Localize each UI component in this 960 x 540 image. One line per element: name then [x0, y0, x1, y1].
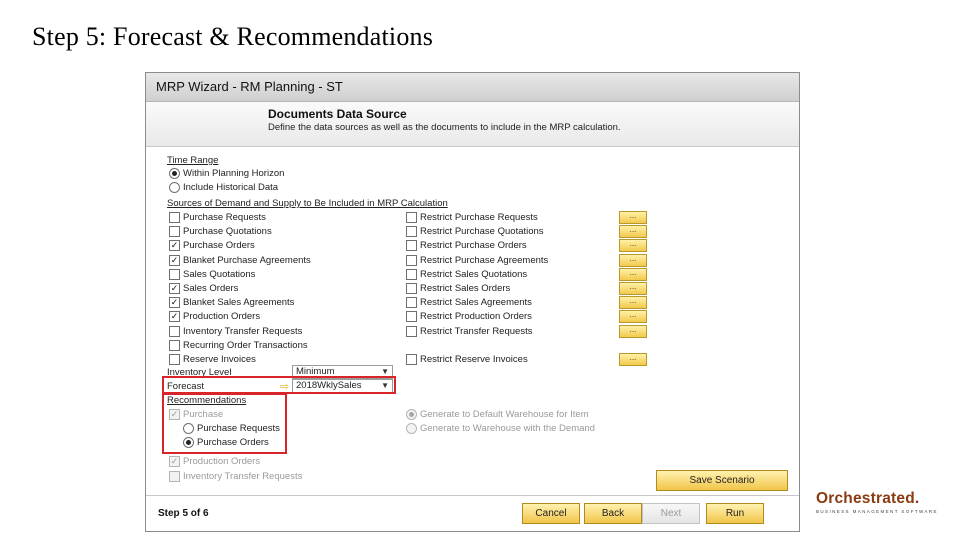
time-range-within-label: Within Planning Horizon: [183, 168, 285, 179]
slide-title: Step 5: Forecast & Recommendations: [32, 22, 434, 51]
time-range-within-radio[interactable]: [169, 168, 180, 179]
source-checkbox[interactable]: [169, 268, 180, 280]
restrict-selection-button[interactable]: ...: [619, 324, 647, 338]
source-checkbox[interactable]: ✓: [169, 283, 180, 294]
source-label: Sales Orders: [183, 283, 239, 294]
restrict-label: Restrict Purchase Agreements: [420, 254, 549, 266]
header-description: Define the data sources as well as the d…: [268, 122, 621, 133]
restrict-label: Restrict Purchase Quotations: [420, 226, 544, 238]
restrict-selection-button[interactable]: ...: [619, 267, 647, 281]
restrict-label: Restrict Production Orders: [420, 311, 532, 323]
source-checkbox[interactable]: ✓: [169, 297, 180, 309]
restrict-selection-button[interactable]: ...: [619, 310, 647, 324]
restrict-selection-button[interactable]: ...: [619, 253, 647, 267]
logo-tagline: BUSINESS MANAGEMENT SOFTWARE: [816, 509, 938, 514]
warehouse-default-radio[interactable]: [406, 409, 417, 420]
inventory-transfer-rec-label: Inventory Transfer Requests: [183, 471, 303, 482]
production-orders-rec-label: Production Orders: [183, 456, 261, 467]
restrict-checkbox[interactable]: [406, 354, 417, 365]
warehouse-default-label: Generate to Default Warehouse for Item: [420, 409, 589, 420]
window-titlebar: MRP Wizard - RM Planning - ST: [146, 73, 799, 102]
source-label: Blanket Sales Agreements: [183, 297, 295, 309]
restrict-selection-button[interactable]: ...: [619, 282, 647, 295]
restrict-label: Restrict Sales Agreements: [420, 297, 532, 309]
source-label: Production Orders: [183, 311, 261, 323]
restrict-label: Restrict Reserve Invoices: [420, 354, 528, 365]
restrict-checkbox[interactable]: [406, 325, 417, 337]
next-button[interactable]: Next: [642, 503, 700, 524]
restrict-checkbox[interactable]: [406, 297, 417, 309]
source-checkbox[interactable]: [169, 354, 180, 365]
source-label: Inventory Transfer Requests: [183, 325, 303, 337]
production-orders-rec-checkbox[interactable]: ✓: [169, 456, 180, 467]
source-checkbox[interactable]: [169, 226, 180, 238]
forecast-highlight: [162, 376, 396, 394]
header-title: Documents Data Source: [268, 107, 407, 121]
restrict-selection-button[interactable]: ...: [619, 239, 647, 253]
restrict-checkbox[interactable]: [406, 226, 417, 238]
restrict-checkbox[interactable]: [406, 212, 417, 223]
restrict-label: Restrict Sales Orders: [420, 283, 511, 294]
time-range-label: Time Range: [167, 155, 219, 166]
restrict-label: Restrict Purchase Orders: [420, 240, 527, 252]
restrict-checkbox[interactable]: [406, 240, 417, 252]
warehouse-demand-radio[interactable]: [406, 423, 417, 434]
source-label: Sales Quotations: [183, 268, 256, 280]
source-label: Recurring Order Transactions: [183, 339, 308, 351]
time-range-historical-label: Include Historical Data: [183, 182, 279, 193]
source-checkbox[interactable]: [169, 339, 180, 351]
window-title: MRP Wizard - RM Planning - ST: [156, 79, 343, 94]
recommendations-highlight: [162, 393, 287, 454]
source-label: Blanket Purchase Agreements: [183, 254, 311, 266]
source-checkbox[interactable]: [169, 212, 180, 223]
warehouse-demand-label: Generate to Warehouse with the Demand: [420, 423, 595, 434]
source-label: Purchase Requests: [183, 212, 266, 223]
run-button[interactable]: Run: [706, 503, 764, 524]
save-scenario-button[interactable]: Save Scenario: [656, 470, 788, 491]
source-checkbox[interactable]: ✓: [169, 254, 180, 266]
restrict-label: Restrict Sales Quotations: [420, 268, 528, 280]
restrict-selection-button[interactable]: ...: [619, 353, 647, 366]
restrict-label: Restrict Transfer Requests: [420, 325, 533, 337]
source-label: Reserve Invoices: [183, 354, 256, 365]
restrict-selection-button[interactable]: ...: [619, 296, 647, 310]
restrict-selection-button[interactable]: ...: [619, 225, 647, 239]
sources-label: Sources of Demand and Supply to Be Inclu…: [167, 198, 448, 209]
step-indicator: Step 5 of 6: [158, 508, 209, 519]
restrict-checkbox[interactable]: [406, 311, 417, 323]
inventory-transfer-rec-checkbox[interactable]: [169, 471, 180, 482]
restrict-checkbox[interactable]: [406, 268, 417, 280]
source-label: Purchase Orders: [183, 240, 255, 252]
restrict-label: Restrict Purchase Requests: [420, 212, 538, 223]
source-checkbox[interactable]: ✓: [169, 240, 180, 252]
restrict-selection-button[interactable]: ...: [619, 211, 647, 224]
back-button[interactable]: Back: [584, 503, 642, 524]
company-logo: Orchestrated. BUSINESS MANAGEMENT SOFTWA…: [816, 490, 938, 514]
restrict-checkbox[interactable]: [406, 254, 417, 266]
mrp-wizard-window: MRP Wizard - RM Planning - ST Documents …: [145, 72, 800, 532]
logo-name: Orchestrated.: [816, 490, 920, 507]
footer-divider: [146, 495, 799, 496]
time-range-historical-radio[interactable]: [169, 182, 180, 193]
source-checkbox[interactable]: ✓: [169, 311, 180, 323]
restrict-checkbox[interactable]: [406, 283, 417, 294]
source-label: Purchase Quotations: [183, 226, 272, 238]
source-checkbox[interactable]: [169, 325, 180, 337]
wizard-header: Documents Data Source Define the data so…: [146, 102, 799, 147]
cancel-button[interactable]: Cancel: [522, 503, 580, 524]
